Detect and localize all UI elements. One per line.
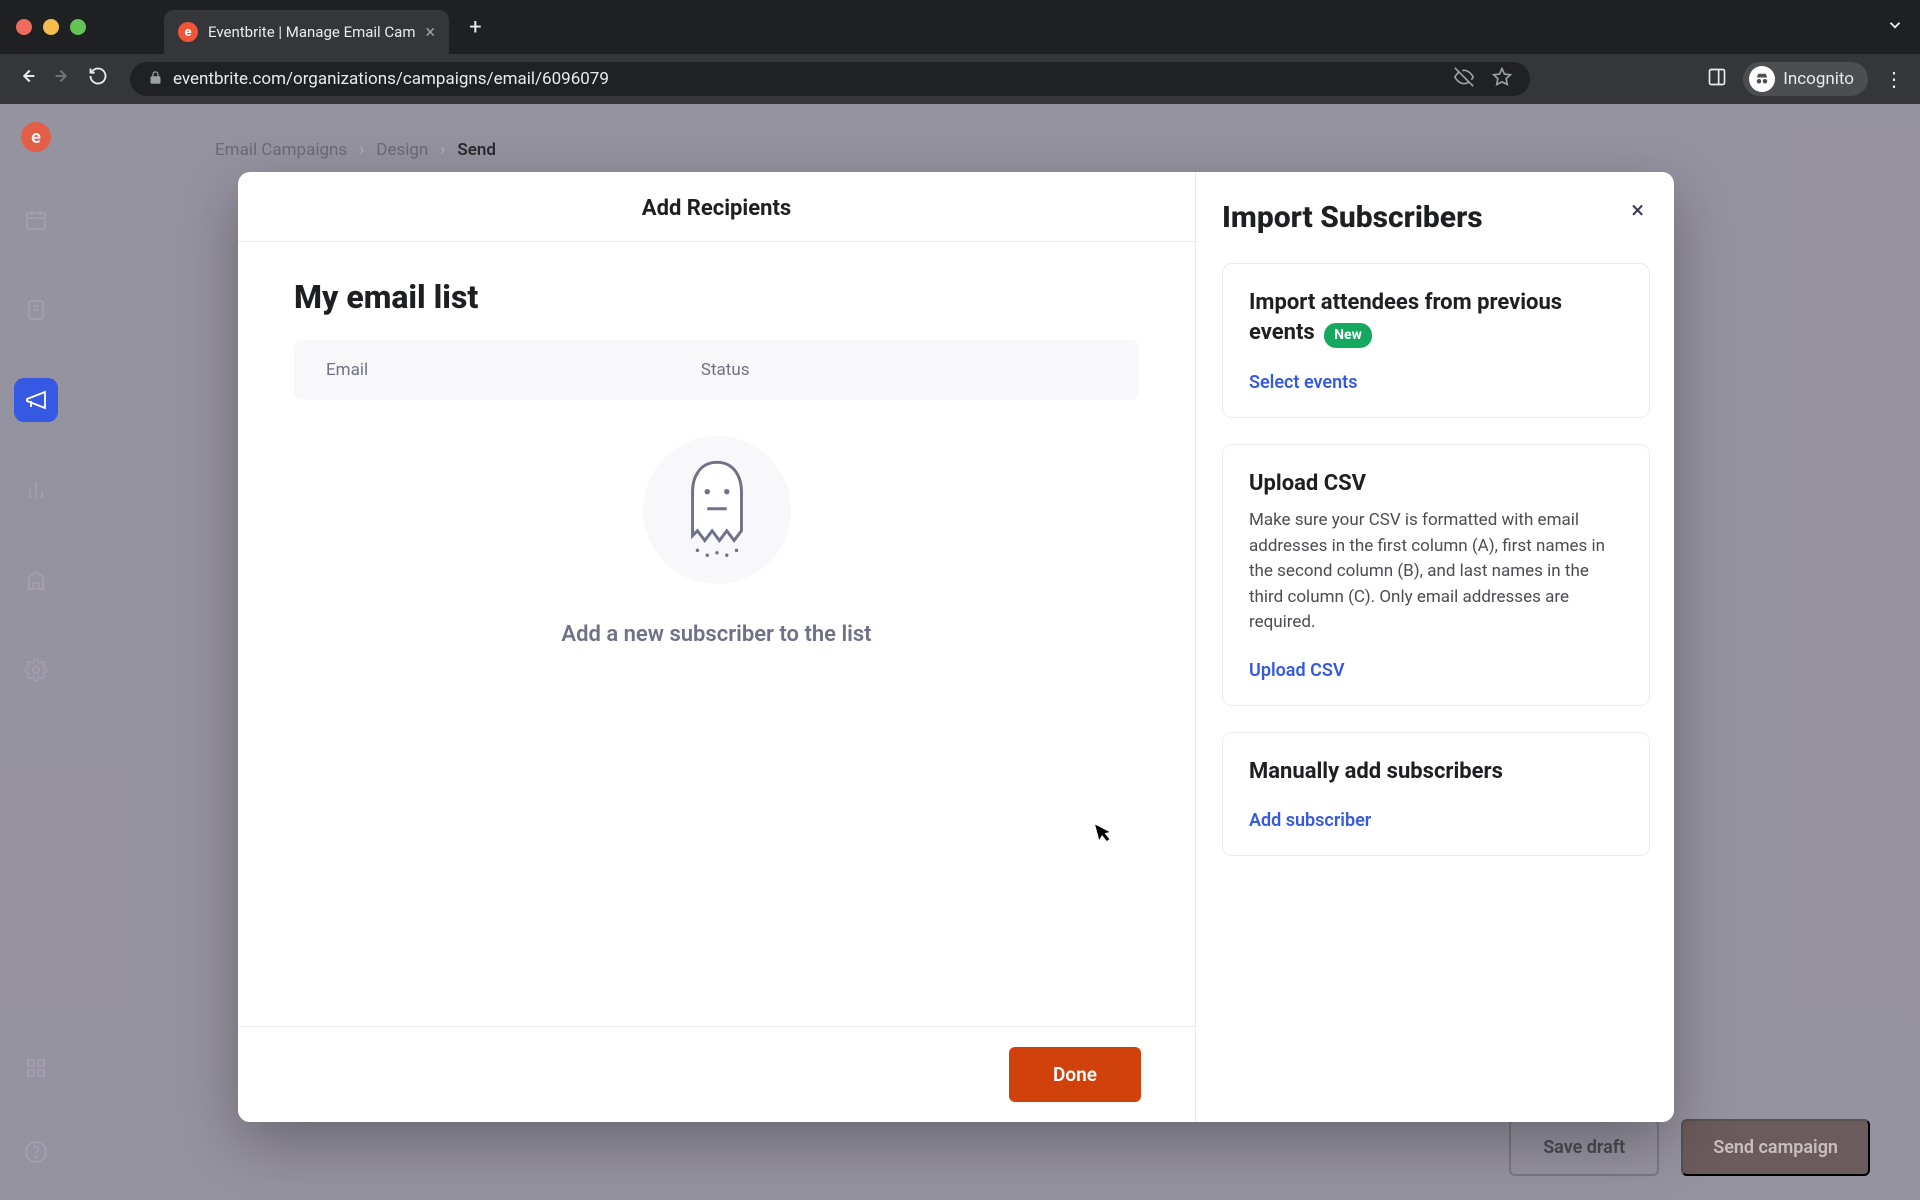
import-title: Import Subscribers [1222, 200, 1650, 235]
rail-help-icon[interactable] [14, 1130, 58, 1174]
favicon-icon: e [178, 22, 198, 42]
rail-orders-icon[interactable] [14, 288, 58, 332]
card-csv-desc: Make sure your CSV is formatted with ema… [1249, 508, 1623, 636]
send-campaign-button[interactable]: Send campaign [1681, 1119, 1870, 1176]
rail-calendar-icon[interactable] [14, 198, 58, 242]
list-title: My email list [294, 278, 1139, 316]
ghost-icon [643, 436, 791, 584]
crumb-design[interactable]: Design [376, 140, 428, 160]
panel-icon[interactable] [1707, 67, 1727, 91]
rail-reports-icon[interactable] [14, 468, 58, 512]
card-csv-title: Upload CSV [1249, 469, 1623, 499]
incognito-badge[interactable]: Incognito [1743, 62, 1868, 96]
tabstrip-chevron-icon[interactable] [1886, 16, 1904, 38]
table-header: Email Status [294, 340, 1139, 400]
card-manual-title: Manually add subscribers [1249, 757, 1623, 787]
th-status: Status [701, 360, 1107, 380]
rail-apps-icon[interactable] [14, 1046, 58, 1090]
modal-main: Add Recipients My email list Email Statu… [238, 172, 1196, 1122]
rail-finance-icon[interactable] [14, 558, 58, 602]
close-icon[interactable]: × [1631, 196, 1644, 224]
window-maximize[interactable] [70, 19, 86, 35]
modal-footer: Done [238, 1026, 1195, 1122]
traffic-lights [16, 19, 86, 35]
select-events-link[interactable]: Select events [1249, 372, 1357, 393]
lock-icon [148, 70, 163, 89]
new-tab-button[interactable]: + [457, 7, 493, 48]
badge-new: New [1324, 323, 1372, 348]
rail-marketing-icon[interactable] [14, 378, 58, 422]
incognito-label: Incognito [1783, 69, 1854, 89]
crumb-send: Send [457, 140, 496, 160]
page-actions: Save draft Send campaign [1509, 1119, 1870, 1176]
empty-state-text: Add a new subscriber to the list [561, 622, 871, 647]
card-import-attendees: Import attendees from previous events Ne… [1222, 263, 1650, 418]
tab-close-icon[interactable]: × [426, 22, 436, 43]
browser-titlebar: e Eventbrite | Manage Email Cam × + [0, 0, 1920, 54]
save-draft-button[interactable]: Save draft [1509, 1119, 1659, 1176]
url-bar-row: eventbrite.com/organizations/campaigns/e… [0, 54, 1920, 104]
window-minimize[interactable] [43, 19, 59, 35]
card-manual-add: Manually add subscribers Add subscriber [1222, 732, 1650, 857]
page: e Email Campaigns › Des [0, 104, 1920, 1200]
import-sidebar: × Import Subscribers Import attendees fr… [1196, 172, 1674, 1122]
upload-csv-link[interactable]: Upload CSV [1249, 660, 1345, 681]
window-close[interactable] [16, 19, 32, 35]
browser-menu-icon[interactable]: ⋮ [1884, 67, 1904, 91]
modal-title: Add Recipients [238, 172, 1195, 242]
nav-reload-icon[interactable] [88, 66, 108, 92]
crumb-sep: › [440, 140, 445, 160]
th-email: Email [326, 360, 701, 380]
empty-state: Add a new subscriber to the list [294, 436, 1139, 647]
url-text: eventbrite.com/organizations/campaigns/e… [173, 69, 609, 89]
browser-tab-active[interactable]: e Eventbrite | Manage Email Cam × [164, 10, 449, 54]
add-recipients-modal: Add Recipients My email list Email Statu… [238, 172, 1674, 1122]
crumb-sep: › [359, 140, 364, 160]
left-rail: e [0, 104, 72, 1200]
done-button[interactable]: Done [1009, 1047, 1141, 1102]
card-import-title: Import attendees from previous events Ne… [1249, 288, 1623, 348]
eye-off-icon[interactable] [1454, 67, 1474, 91]
browser-tabs: e Eventbrite | Manage Email Cam × + [164, 0, 494, 54]
nav-forward-icon[interactable] [52, 65, 74, 93]
rail-settings-icon[interactable] [14, 648, 58, 692]
crumb-email-campaigns[interactable]: Email Campaigns [215, 140, 347, 160]
breadcrumb: Email Campaigns › Design › Send [215, 140, 496, 160]
add-subscriber-link[interactable]: Add subscriber [1249, 810, 1371, 831]
card-upload-csv: Upload CSV Make sure your CSV is formatt… [1222, 444, 1650, 706]
brand-logo-icon[interactable]: e [21, 122, 51, 152]
nav-back-icon[interactable] [16, 65, 38, 93]
incognito-icon [1749, 66, 1775, 92]
star-icon[interactable] [1492, 67, 1512, 91]
url-bar[interactable]: eventbrite.com/organizations/campaigns/e… [130, 62, 1530, 96]
tab-title: Eventbrite | Manage Email Cam [208, 23, 416, 41]
